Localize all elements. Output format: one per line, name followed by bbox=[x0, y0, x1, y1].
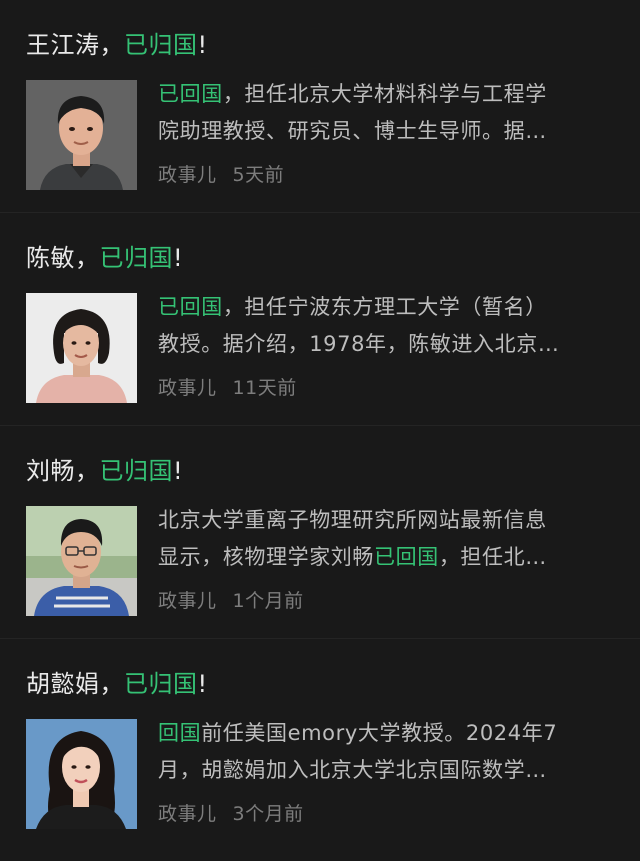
news-card[interactable]: 王江涛，已归国! 已回国，担任北京大学材料科学与工程学院助理教授、研究员、博士生… bbox=[0, 0, 640, 213]
news-card[interactable]: 陈敏，已归国! 已回国，担任宁波东方理工大学（暂名） 教授。据介绍，1978年，陈… bbox=[0, 213, 640, 426]
source-name[interactable]: 政事儿 bbox=[158, 377, 217, 399]
snippet-text: ，担任北… bbox=[438, 545, 547, 569]
snippet-text: 显示，核物理学家刘畅 bbox=[158, 545, 374, 569]
article-snippet[interactable]: 回国前任美国emory大学教授。2024年7 月，胡懿娟加入北京大学北京国际数学… bbox=[158, 715, 610, 789]
article-thumbnail[interactable] bbox=[26, 506, 137, 616]
article-title[interactable]: 胡懿娟，已归国! bbox=[26, 667, 208, 701]
snippet-text: 院助理教授、研究员、博士生导师。据… bbox=[158, 119, 547, 143]
article-thumbnail[interactable] bbox=[26, 293, 137, 403]
snippet-highlight: 已回国 bbox=[158, 295, 223, 319]
snippet-text: 前任美国emory大学教授。2024年7 bbox=[201, 721, 558, 745]
publish-time: 11天前 bbox=[232, 377, 297, 399]
snippet-text: ，担任北京大学材料科学与工程学 bbox=[222, 82, 547, 106]
publish-time: 1个月前 bbox=[232, 590, 304, 612]
snippet-highlight: 回国 bbox=[158, 721, 202, 745]
news-card[interactable]: 胡懿娟，已归国! 回国前任美国emory大学教授。2024年7 月，胡懿娟加入北京… bbox=[0, 639, 640, 852]
snippet-text: 教授。据介绍，1978年，陈敏进入北京… bbox=[158, 332, 560, 356]
article-thumbnail[interactable] bbox=[26, 719, 137, 829]
article-snippet[interactable]: 北京大学重离子物理研究所网站最新信息 显示，核物理学家刘畅已回国，担任北… bbox=[158, 502, 610, 576]
portrait-photo bbox=[26, 293, 137, 403]
source-name[interactable]: 政事儿 bbox=[158, 803, 217, 825]
title-suffix: ! bbox=[197, 670, 208, 698]
publish-time: 5天前 bbox=[232, 164, 285, 186]
article-title[interactable]: 王江涛，已归国! bbox=[26, 28, 208, 62]
source-name[interactable]: 政事儿 bbox=[158, 590, 217, 612]
news-card[interactable]: 刘畅，已归国! 北京大学重离子物理研究所网站最新信息 显示，核物理学家刘畅已回国，… bbox=[0, 426, 640, 639]
snippet-highlight: 已回国 bbox=[374, 545, 439, 569]
news-feed: 王江涛，已归国! 已回国，担任北京大学材料科学与工程学 院助理教授、研究员、博士生… bbox=[0, 0, 640, 861]
article-title[interactable]: 刘畅，已归国! bbox=[26, 454, 183, 488]
source-name[interactable]: 政事儿 bbox=[158, 164, 217, 186]
title-highlight: 已归国 bbox=[124, 670, 198, 698]
article-meta: 政事儿 3个月前 bbox=[158, 799, 304, 829]
title-highlight: 已归国 bbox=[99, 244, 173, 272]
title-name: 刘畅， bbox=[26, 457, 100, 485]
article-title[interactable]: 陈敏，已归国! bbox=[26, 241, 183, 275]
title-highlight: 已归国 bbox=[99, 457, 173, 485]
article-thumbnail[interactable] bbox=[26, 80, 137, 190]
snippet-text: ，担任宁波东方理工大学（暂名） bbox=[222, 295, 547, 319]
title-name: 王江涛， bbox=[26, 31, 124, 59]
portrait-photo bbox=[26, 80, 137, 190]
title-name: 胡懿娟， bbox=[26, 670, 124, 698]
publish-time: 3个月前 bbox=[232, 803, 304, 825]
snippet-text: 月，胡懿娟加入北京大学北京国际数学… bbox=[158, 758, 547, 782]
article-meta: 政事儿 5天前 bbox=[158, 160, 284, 190]
portrait-photo bbox=[26, 506, 137, 616]
article-snippet[interactable]: 已回国，担任北京大学材料科学与工程学院助理教授、研究员、博士生导师。据… bbox=[158, 76, 610, 150]
article-snippet[interactable]: 已回国，担任宁波东方理工大学（暂名） 教授。据介绍，1978年，陈敏进入北京… bbox=[158, 289, 610, 363]
title-highlight: 已归国 bbox=[124, 31, 198, 59]
portrait-photo bbox=[26, 719, 137, 829]
article-meta: 政事儿 1个月前 bbox=[158, 586, 304, 616]
article-meta: 政事儿 11天前 bbox=[158, 373, 297, 403]
snippet-text: 北京大学重离子物理研究所网站最新信息 bbox=[158, 508, 547, 532]
title-suffix: ! bbox=[173, 457, 184, 485]
title-suffix: ! bbox=[173, 244, 184, 272]
title-suffix: ! bbox=[197, 31, 208, 59]
snippet-highlight: 已回国 bbox=[158, 82, 223, 106]
title-name: 陈敏， bbox=[26, 244, 100, 272]
